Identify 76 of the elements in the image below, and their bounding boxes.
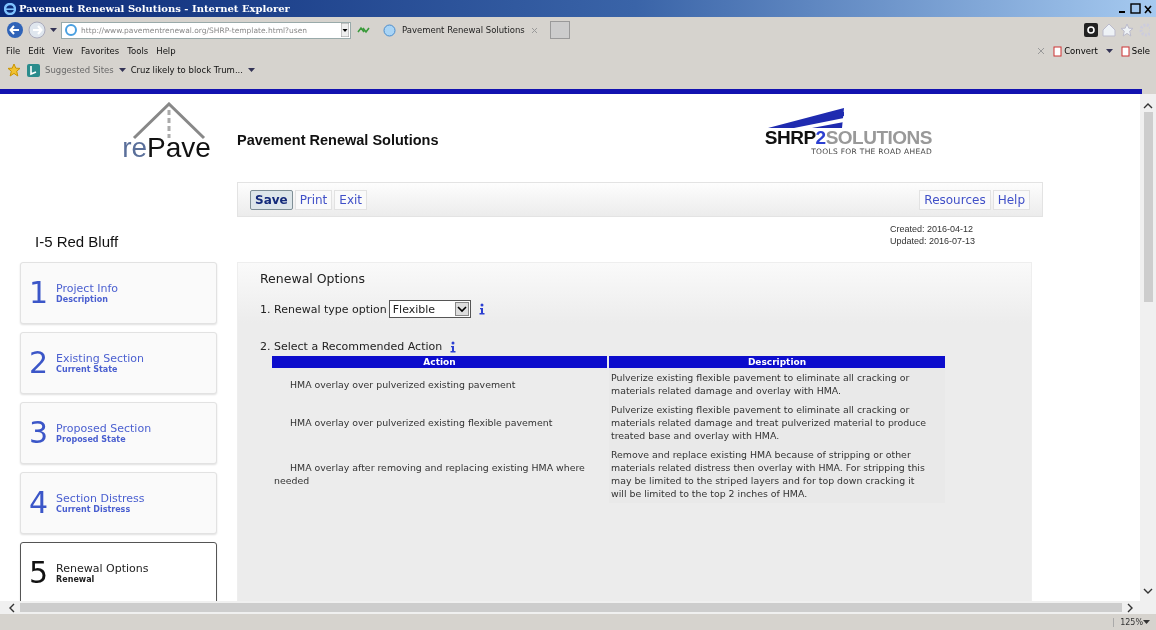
toolbar-button[interactable]: Save <box>250 189 293 210</box>
document-icon <box>1053 45 1063 57</box>
question-label: 2. Select a Recommended Action <box>260 340 443 353</box>
action-cell-text: HMA overlay over pulverized existing flexible pavement <box>289 416 554 430</box>
menu-item[interactable]: View <box>52 46 73 56</box>
scroll-right-icon[interactable] <box>1126 602 1134 613</box>
page-icon <box>383 23 396 37</box>
partner-logo-text: SHRP2SOLUTIONS <box>764 128 932 147</box>
step-subtitle: Description <box>56 295 109 304</box>
toolbar-button[interactable]: Exit <box>334 189 368 210</box>
info-icon[interactable] <box>478 303 485 315</box>
step-title: Proposed Section <box>56 422 152 435</box>
back-icon[interactable] <box>6 21 24 39</box>
zoom-level[interactable]: 125% <box>1113 617 1143 627</box>
stripes-logo-icon <box>768 108 844 128</box>
dropdown-arrow-icon[interactable] <box>1143 619 1150 625</box>
step-number: 5 <box>29 558 49 588</box>
toolbar-button[interactable]: Print <box>294 189 333 210</box>
page-title: Pavement Renewal Solutions <box>237 132 440 150</box>
menu-item[interactable]: Help <box>156 46 176 56</box>
tab-title: Pavement Renewal Solutions <box>402 25 525 35</box>
step-number: 3 <box>29 418 49 448</box>
panel-heading: Renewal Options <box>260 271 366 286</box>
page-icon <box>65 24 77 36</box>
menu-item[interactable]: Edit <box>28 46 45 56</box>
step-title: Project Info <box>56 282 119 295</box>
dropdown-arrow-icon[interactable] <box>248 67 255 73</box>
action-cell-text: HMA overlay over pulverized existing pavement <box>289 377 517 392</box>
toolbar-button[interactable]: Help <box>992 189 1030 210</box>
info-icon[interactable] <box>450 340 457 353</box>
menu-item[interactable]: Favorites <box>80 46 120 56</box>
step-subtitle: Proposed State <box>56 435 127 444</box>
project-name: I-5 Red Bluff <box>34 233 120 250</box>
step-title: Section Distress <box>56 492 145 505</box>
convert-button[interactable]: Convert <box>1053 45 1098 57</box>
amazon-icon[interactable] <box>1084 23 1098 37</box>
window-title: Pavement Renewal Solutions - Internet Explorer <box>19 3 290 14</box>
column-header: Action <box>272 356 607 368</box>
updated-date: Updated: 2016-07-13 <box>890 235 976 247</box>
dropdown-arrow-icon[interactable] <box>341 23 349 37</box>
browser-logo-icon <box>4 2 16 15</box>
dropdown-arrow-icon[interactable] <box>50 27 57 33</box>
road-logo-icon <box>131 102 206 140</box>
step-subtitle: Current Distress <box>56 505 132 514</box>
close-icon[interactable] <box>1144 3 1152 14</box>
scroll-up-icon[interactable] <box>1143 102 1153 110</box>
type-dropdown[interactable]: Flexible <box>388 300 471 318</box>
logo-text: rePave <box>122 134 211 162</box>
dropdown-arrow-icon[interactable] <box>118 67 126 73</box>
step-subtitle: Renewal <box>56 575 96 584</box>
scrollbar-thumb[interactable] <box>20 603 1122 612</box>
scroll-down-icon[interactable] <box>1143 587 1153 595</box>
document-icon <box>1120 45 1130 57</box>
menu-item[interactable]: Tools <box>127 46 149 56</box>
scrollbar-thumb[interactable] <box>1143 112 1153 302</box>
step-number: 4 <box>29 488 49 518</box>
star-icon[interactable] <box>1120 23 1134 37</box>
scroll-left-icon[interactable] <box>8 602 16 613</box>
step-title: Existing Section <box>56 352 145 365</box>
step-number: 1 <box>29 278 49 308</box>
step-subtitle: Current State <box>56 365 119 374</box>
question-label: 1. Renewal type option <box>260 302 387 316</box>
menu-item[interactable]: File <box>6 46 21 56</box>
action-cell-text: HMA overlay after removing and replacing existing HMA where needed <box>273 461 586 488</box>
browser-tab[interactable]: Pavement Renewal Solutions <box>375 21 546 39</box>
created-date: Created: 2016-04-12 <box>890 223 975 235</box>
select-button[interactable]: Sele <box>1120 45 1150 57</box>
maximize-icon[interactable] <box>1130 3 1141 14</box>
favorites-link[interactable]: Cruz likely to block Trum... <box>130 65 243 75</box>
favorites-star-icon[interactable] <box>6 63 22 77</box>
bing-icon <box>27 63 40 77</box>
dropdown-arrow-icon[interactable] <box>1105 48 1113 54</box>
step-number: 2 <box>29 348 49 378</box>
toolbar-button[interactable]: Resources <box>919 189 991 210</box>
column-header: Description <box>609 356 945 368</box>
step-title: Renewal Options <box>56 562 149 575</box>
